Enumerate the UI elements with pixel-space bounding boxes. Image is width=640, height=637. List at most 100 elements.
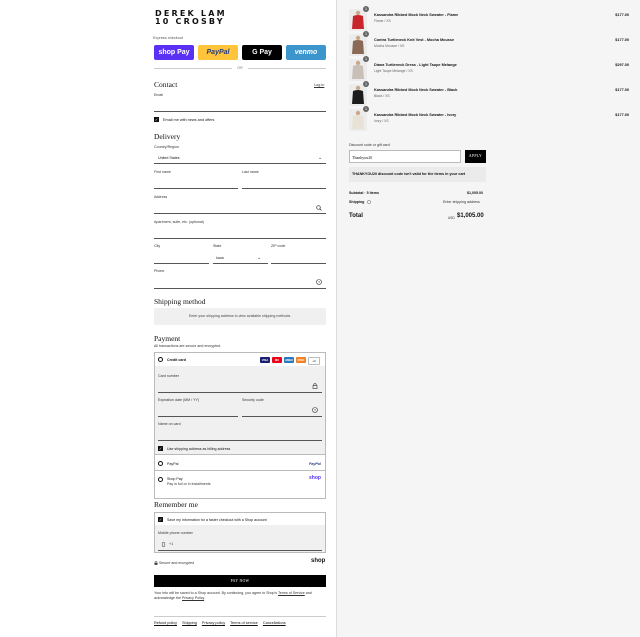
product-variant: Mocha Mousse / XS [374,44,405,48]
mobile-prefix: +1 [169,542,174,546]
legal-text-end: . [204,596,206,600]
divider [154,454,326,455]
garment-image [349,9,367,31]
product-variant: Ivory / XS [374,119,389,123]
apply-button[interactable]: APPLY [465,150,486,163]
visa-icon: VISA [260,357,270,363]
footer-links: Refund policy Shipping Privacy policy Te… [154,621,286,625]
shop-pay-radio[interactable] [158,477,163,482]
shipping-link[interactable]: Shipping [182,621,197,625]
news-checkbox[interactable]: ✓ [154,117,159,122]
cart-item: 1 Diana Turtleneck Dress - Light Taupe M… [349,56,629,81]
total-value: $1,005.00 [457,213,484,219]
help-icon[interactable]: ? [312,407,318,413]
mobile-panel [155,525,325,552]
product-image [349,84,367,106]
venmo-button[interactable]: venmo [286,45,326,60]
product-name: Kassandra Ribbed Mock Neck Sweater - Ivo… [374,113,457,117]
zip-field[interactable] [271,263,326,264]
city-field[interactable] [154,263,209,264]
product-price: $297.00 [615,63,629,67]
apartment-label: Apartment, suite, etc. (optional) [154,220,204,224]
product-name: Contra Turtleneck Knit Vest - Mocha Mous… [374,38,455,42]
product-image [349,9,367,31]
use-shipping-label: Use shipping address as billing address [167,446,231,451]
gpay-button[interactable]: G Pay [242,45,282,60]
chevron-down-icon: ⌄ [318,155,323,161]
secure-label: Secure and encrypted [159,561,195,565]
discount-label: Discount code or gift card [349,143,390,147]
info-icon[interactable] [367,200,371,204]
divider [154,616,326,617]
paypal-radio[interactable] [158,461,163,466]
quantity-badge: 1 [363,106,369,112]
address-field[interactable] [154,213,326,214]
shop-logo: shop [311,558,326,564]
state-value: Iowa [216,256,224,260]
email-field[interactable] [154,111,326,112]
shipping-summary-label: Shipping [349,200,365,204]
quantity-badge: 1 [363,56,369,62]
card-number-field[interactable] [158,392,322,393]
city-label: City [154,244,161,248]
product-name: Diana Turtleneck Dress - Light Taupe Mel… [374,63,457,67]
mobile-field[interactable] [158,550,322,551]
quantity-badge: 1 [363,31,369,37]
terms-of-service-link[interactable]: Terms of service [230,621,258,625]
phone-field[interactable] [154,288,326,289]
news-label: Email me with news and offers [163,117,215,122]
gpay-label: G Pay [252,49,272,56]
name-on-card-field[interactable] [158,440,322,441]
use-shipping-checkbox[interactable]: ✓ [158,446,163,451]
credit-card-radio[interactable] [158,357,163,362]
amex-icon: AMEX [284,357,294,363]
address-label: Address [154,195,168,199]
brand-logo[interactable]: DEREK LAM 10 CROSBY [155,10,227,26]
pay-now-button[interactable]: PAY NOW [154,575,326,587]
payment-heading: Payment [154,334,181,343]
expiration-field[interactable] [158,416,238,417]
privacy-policy-link[interactable]: Privacy policy [202,621,225,625]
name-on-card-label: Name on card [158,422,181,426]
state-select[interactable] [213,263,268,264]
phone-label: Phone [154,269,165,273]
shop-pay-button[interactable]: shop Pay [154,45,194,60]
shipping-heading: Shipping method [154,297,206,306]
product-variant: Black / XS [374,94,390,98]
login-link[interactable]: Log in [314,83,324,87]
first-name-field[interactable] [154,188,238,189]
country-select[interactable] [154,163,326,164]
brand-line-2: 10 CROSBY [155,17,225,26]
mobile-label: Mobile phone number [158,531,193,535]
help-icon[interactable]: ? [316,279,322,285]
apartment-field[interactable] [154,238,326,239]
state-label: State [213,244,222,248]
expiration-label: Expiration date (MM / YY) [158,398,200,402]
country-label: Country/Region [154,145,179,149]
phone-icon [161,542,166,547]
express-checkout-title: Express checkout [153,36,183,40]
last-name-field[interactable] [242,188,326,189]
garment-image [349,59,367,81]
security-code-field[interactable] [242,416,322,417]
paypal-button[interactable]: PayPal [198,45,238,60]
paypal-label: PayPal [167,461,179,466]
cancellations-link[interactable]: Cancellations [263,621,286,625]
product-price: $177.00 [615,113,629,117]
save-info-checkbox[interactable]: ✓ [158,517,163,522]
subtotal-label: Subtotal · 5 items [349,191,379,195]
privacy-link[interactable]: Privacy Policy [182,596,204,600]
product-image [349,59,367,81]
email-label: Email [154,93,163,97]
quantity-badge: 1 [363,81,369,87]
cart-item: 1 Contra Turtleneck Knit Vest - Mocha Mo… [349,31,629,56]
lock-icon [154,561,158,565]
or-divider: OR [154,66,326,70]
product-variant: Light Taupe Melange / XS [374,69,413,73]
paypal-logo: PayPal [309,461,321,466]
cart-item: 1 Kassandra Ribbed Mock Neck Sweater - I… [349,106,629,131]
product-variant: Flame / XS [374,19,391,23]
refund-policy-link[interactable]: Refund policy [154,621,177,625]
terms-link[interactable]: Terms of Service [278,591,305,595]
checkout-form: DEREK LAM 10 CROSBY Express checkout sho… [0,0,336,637]
